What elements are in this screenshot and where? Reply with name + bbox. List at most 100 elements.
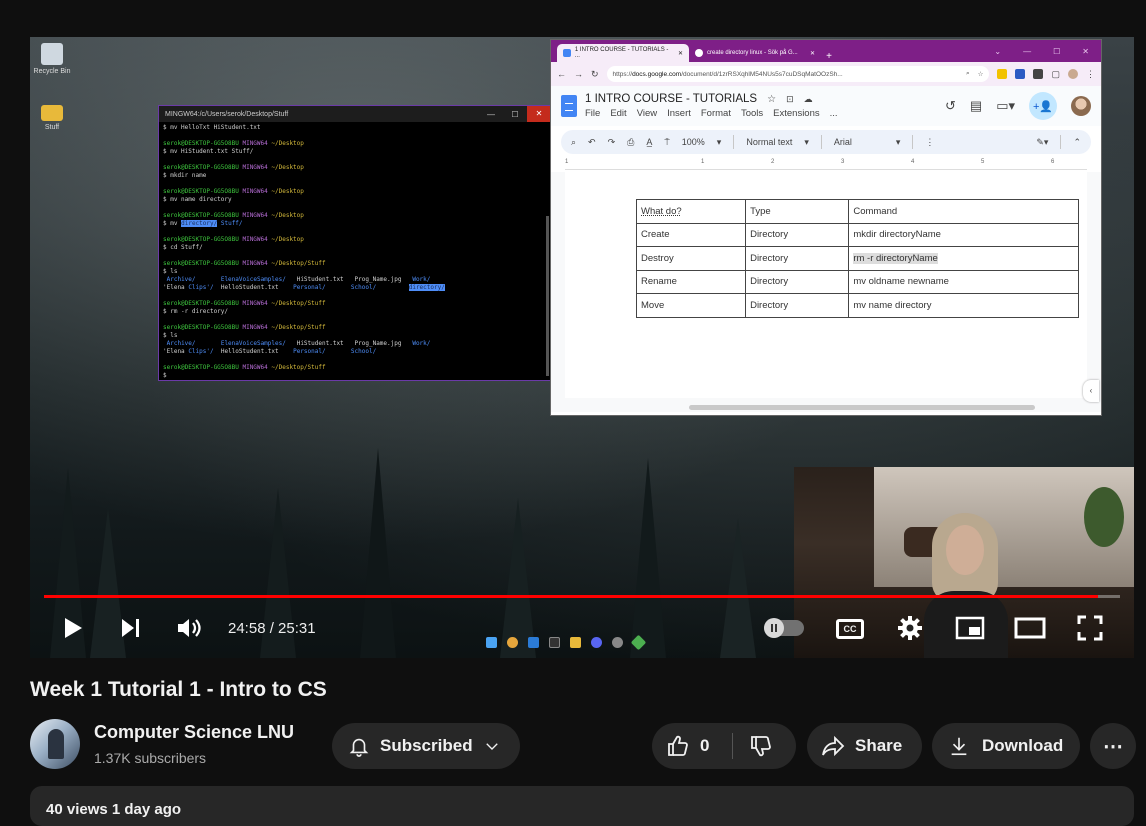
extension-icon[interactable] xyxy=(1015,69,1026,79)
url-field[interactable]: https://docs.google.com/document/d/1zrRS… xyxy=(606,66,990,82)
close-button[interactable]: ✕ xyxy=(1082,47,1089,56)
table-cell[interactable]: Move xyxy=(635,293,747,318)
side-panel-toggle-icon[interactable]: ‹ xyxy=(1083,380,1099,402)
terminal-titlebar[interactable]: MINGW64:/c/Users/serok/Desktop/Stuff — ☐… xyxy=(159,106,551,122)
terminal-window[interactable]: MINGW64:/c/Users/serok/Desktop/Stuff — ☐… xyxy=(158,105,552,381)
menu-file[interactable]: File xyxy=(585,108,600,119)
table-cell[interactable]: mkdir directoryName xyxy=(848,222,1079,247)
channel-avatar[interactable] xyxy=(30,719,80,769)
next-button[interactable] xyxy=(118,613,144,643)
redo-icon[interactable]: ↷ xyxy=(608,137,616,148)
paint-format-icon[interactable]: ⍑ xyxy=(664,137,669,148)
print-icon[interactable]: ⎙ xyxy=(627,137,634,148)
zoom-select[interactable]: 100% xyxy=(682,137,705,147)
table-cell[interactable]: Destroy xyxy=(635,246,747,271)
profile-avatar[interactable] xyxy=(1068,69,1078,79)
font-select[interactable]: Arial xyxy=(834,137,884,147)
version-history-icon[interactable]: ↺ xyxy=(945,98,956,114)
collapse-toolbar-icon[interactable]: ⌃ xyxy=(1073,137,1081,148)
extensions-puzzle-icon[interactable] xyxy=(1033,69,1044,79)
play-button[interactable] xyxy=(60,613,86,643)
close-tab-icon[interactable]: ✕ xyxy=(810,50,815,57)
extension-icon[interactable] xyxy=(997,69,1008,79)
maximize-button[interactable]: ☐ xyxy=(503,110,527,119)
video-player[interactable]: Recycle Bin Stuff MINGW64:/c/Users/serok… xyxy=(30,37,1134,658)
table-header-cell[interactable]: Type xyxy=(745,199,850,224)
spellcheck-icon[interactable]: A̲ xyxy=(646,137,652,147)
theater-mode-button[interactable] xyxy=(1013,613,1047,643)
more-actions-button[interactable]: ⋯ xyxy=(1090,723,1136,769)
more-tools-icon[interactable]: ⋮ xyxy=(925,137,934,148)
share-people-icon[interactable]: +👤 xyxy=(1029,92,1057,120)
volume-button[interactable] xyxy=(176,613,204,643)
channel-name[interactable]: Computer Science LNU xyxy=(94,722,294,743)
menu-insert[interactable]: Insert xyxy=(667,108,691,119)
close-button[interactable]: ✕ xyxy=(527,106,551,122)
new-tab-button[interactable]: + xyxy=(821,51,837,62)
table-header-cell[interactable]: What do? xyxy=(635,199,747,224)
menu-tools[interactable]: Tools xyxy=(741,108,763,119)
chevron-down-icon[interactable]: ▾ xyxy=(896,137,901,148)
settings-button[interactable] xyxy=(896,613,924,643)
minimize-button[interactable]: — xyxy=(1023,47,1031,56)
chevron-down-icon[interactable]: ▾ xyxy=(717,137,722,148)
document-title[interactable]: 1 INTRO COURSE - TUTORIALS xyxy=(585,93,757,105)
table-cell[interactable]: Create xyxy=(635,222,747,247)
table-cell[interactable]: mv oldname newname xyxy=(848,269,1079,294)
account-avatar[interactable] xyxy=(1071,96,1091,116)
commands-table[interactable]: What do? Type Command Create Directory m… xyxy=(635,199,1079,318)
back-icon[interactable]: ← xyxy=(557,69,566,79)
meet-camera-icon[interactable]: ▭▾ xyxy=(996,98,1015,114)
star-icon[interactable]: ☆ xyxy=(767,94,776,105)
download-button[interactable]: Download xyxy=(932,723,1080,769)
table-header-cell[interactable]: Command xyxy=(848,199,1079,224)
undo-icon[interactable]: ↶ xyxy=(588,137,596,148)
table-cell[interactable]: Directory xyxy=(745,293,850,318)
menu-more[interactable]: ... xyxy=(830,108,838,119)
style-select[interactable]: Normal text xyxy=(746,137,792,147)
close-tab-icon[interactable]: ✕ xyxy=(678,50,683,57)
bookmark-star-icon[interactable]: ☆ xyxy=(978,70,984,78)
table-cell[interactable]: rm -r directoryName xyxy=(848,246,1079,271)
progress-bar[interactable] xyxy=(44,595,1120,598)
desktop-icon-stuff[interactable]: Stuff xyxy=(30,101,74,131)
tab-search[interactable]: create directory linux - Sök på G... ✕ xyxy=(689,44,821,62)
miniplayer-button[interactable] xyxy=(954,613,986,643)
terminal-output[interactable]: $ mv HelloTxt HiStudent.txt serok@DESKTO… xyxy=(159,122,551,380)
document-canvas[interactable]: What do? Type Command Create Directory m… xyxy=(551,172,1101,412)
horizontal-scrollbar[interactable] xyxy=(689,405,1035,410)
share-button[interactable]: Share xyxy=(807,723,922,769)
minimize-button[interactable]: — xyxy=(479,110,503,119)
browser-window[interactable]: 1 INTRO COURSE - TUTORIALS - ... ✕ creat… xyxy=(550,39,1102,416)
table-cell[interactable]: Rename xyxy=(635,269,747,294)
comments-icon[interactable]: ▤ xyxy=(970,98,982,114)
chevron-down-icon[interactable]: ▾ xyxy=(804,137,809,148)
captions-button[interactable]: CC xyxy=(836,619,864,639)
search-menus-icon[interactable]: ⌕ xyxy=(571,137,576,148)
menu-view[interactable]: View xyxy=(637,108,657,119)
browser-menu-icon[interactable]: ⋮ xyxy=(1086,69,1095,80)
like-button[interactable]: 0 xyxy=(652,734,732,758)
maximize-button[interactable]: ☐ xyxy=(1053,47,1060,56)
menu-extensions[interactable]: Extensions xyxy=(773,108,819,119)
menu-edit[interactable]: Edit xyxy=(610,108,626,119)
table-cell[interactable]: Directory xyxy=(745,246,850,271)
forward-icon[interactable]: → xyxy=(574,69,583,79)
dislike-button[interactable] xyxy=(733,734,773,758)
minimize-button[interactable]: ⌄ xyxy=(994,47,1001,56)
reload-icon[interactable]: ↻ xyxy=(591,69,599,80)
sidebar-icon[interactable]: ▢ xyxy=(1051,69,1060,80)
subscribed-button[interactable]: Subscribed xyxy=(332,723,520,769)
docs-ruler[interactable]: 1 1 2 3 4 5 6 xyxy=(565,158,1087,170)
edit-mode-icon[interactable]: ✎▾ xyxy=(1036,137,1048,148)
table-cell[interactable]: mv name directory xyxy=(848,293,1079,318)
table-cell[interactable]: Directory xyxy=(745,222,850,247)
tab-docs[interactable]: 1 INTRO COURSE - TUTORIALS - ... ✕ xyxy=(557,44,689,62)
terminal-scrollbar[interactable] xyxy=(546,216,549,376)
menu-format[interactable]: Format xyxy=(701,108,731,119)
zoom-icon[interactable]: ⌕ xyxy=(966,70,970,78)
description-box[interactable] xyxy=(30,786,1134,826)
cloud-status-icon[interactable]: ☁ xyxy=(804,94,813,105)
docs-logo-icon[interactable] xyxy=(561,95,577,117)
move-folder-icon[interactable]: ⊡ xyxy=(786,94,794,105)
